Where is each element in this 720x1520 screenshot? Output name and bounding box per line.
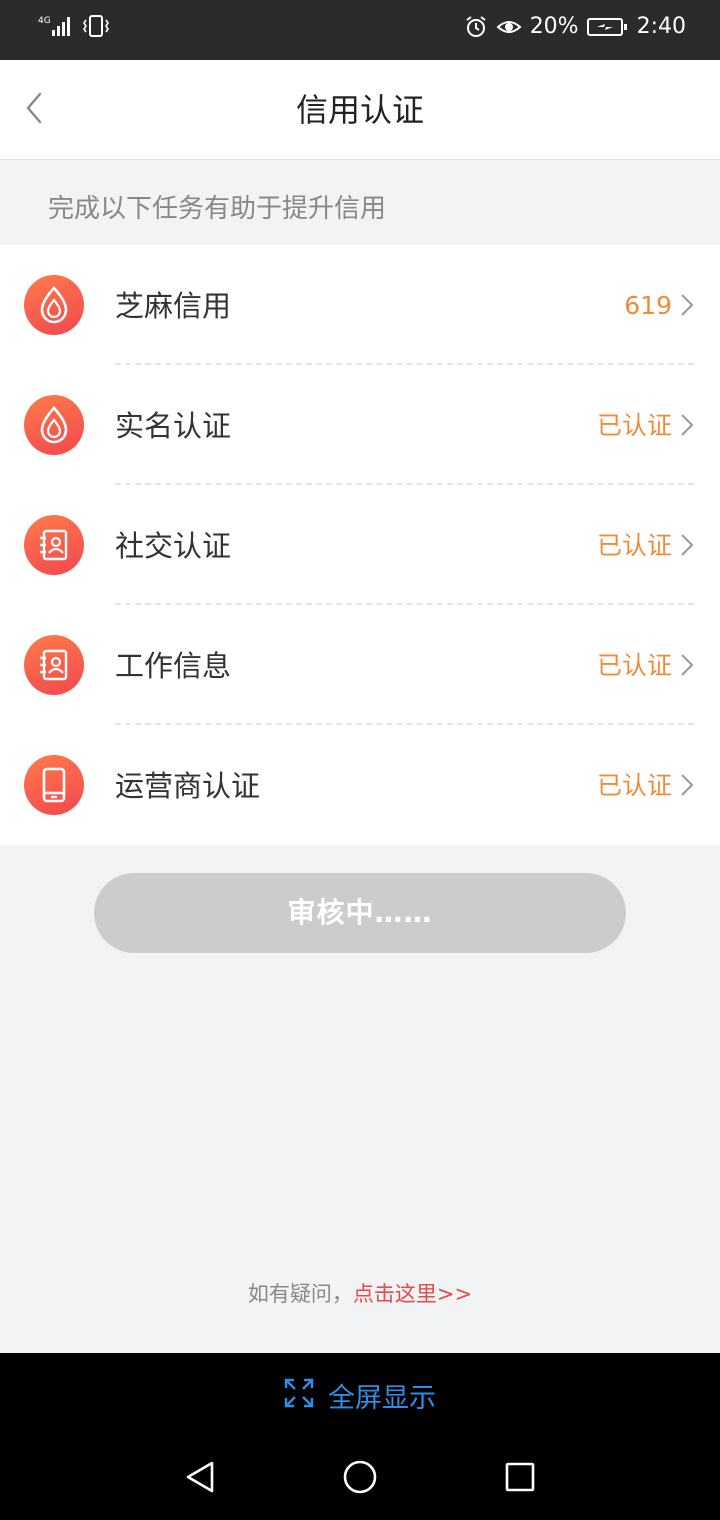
battery-percent: 20% (529, 14, 579, 39)
circle-home-icon (342, 1459, 378, 1499)
item-status: 已认证 (596, 771, 672, 800)
clock-time: 2:40 (636, 14, 686, 39)
sesame-icon (24, 395, 84, 455)
triangle-back-icon (184, 1460, 216, 1498)
list-item-social[interactable]: 社交认证 已认证 (0, 485, 720, 605)
item-status: 619 (624, 291, 672, 320)
verification-list: 芝麻信用 619 实名认证 已认证 社交认证 已认证 工作信息 已认证 运营商认… (0, 245, 720, 845)
status-right: 20% 2:40 (464, 14, 686, 39)
vibrate-icon (82, 14, 110, 38)
fullscreen-button[interactable]: 全屏显示 (0, 1353, 720, 1437)
hint-text: 完成以下任务有助于提升信用 (48, 194, 387, 224)
chevron-right-icon (680, 653, 694, 681)
chevron-right-icon (680, 533, 694, 561)
eye-comfort-icon (496, 15, 522, 39)
battery-charging-icon (586, 16, 629, 38)
list-item-work-info[interactable]: 工作信息 已认证 (0, 605, 720, 725)
page-header: 信用认证 (0, 60, 720, 160)
item-label: 运营商认证 (115, 769, 261, 803)
list-item-real-name[interactable]: 实名认证 已认证 (0, 365, 720, 485)
item-label: 工作信息 (115, 649, 232, 683)
contact-book-icon (24, 635, 84, 695)
fullscreen-label: 全屏显示 (328, 1382, 436, 1414)
status-left: 4G (38, 14, 110, 38)
list-item-carrier[interactable]: 运营商认证 已认证 (0, 725, 720, 845)
status-bar: 4G 20% 2:40 (0, 0, 720, 60)
item-status: 已认证 (596, 411, 672, 440)
help-text: 如有疑问，点击这里>> (0, 1278, 720, 1308)
network-label: 4G (38, 16, 51, 26)
chevron-right-icon (680, 413, 694, 441)
help-link[interactable]: 点击这里>> (353, 1282, 472, 1306)
audit-status-button[interactable]: 审核中…… (94, 873, 626, 953)
page-title: 信用认证 (295, 91, 424, 129)
chevron-right-icon (680, 773, 694, 801)
nav-home-button[interactable] (340, 1459, 380, 1499)
item-label: 芝麻信用 (115, 289, 232, 323)
alarm-icon (464, 15, 488, 39)
help-prefix: 如有疑问， (247, 1282, 353, 1306)
sesame-icon (24, 275, 84, 335)
item-label: 实名认证 (115, 409, 232, 443)
nav-back-button[interactable] (180, 1459, 220, 1499)
item-label: 社交认证 (115, 529, 232, 563)
item-status: 已认证 (596, 651, 672, 680)
square-recents-icon (504, 1461, 536, 1497)
list-item-sesame-credit[interactable]: 芝麻信用 619 (0, 245, 720, 365)
nav-recents-button[interactable] (500, 1459, 540, 1499)
system-nav-bar (0, 1437, 720, 1520)
fullscreen-icon (284, 1378, 314, 1412)
chevron-right-icon (680, 293, 694, 321)
item-status: 已认证 (596, 531, 672, 560)
phone-icon (24, 755, 84, 815)
signal-icon: 4G (38, 14, 72, 38)
contact-book-icon (24, 515, 84, 575)
